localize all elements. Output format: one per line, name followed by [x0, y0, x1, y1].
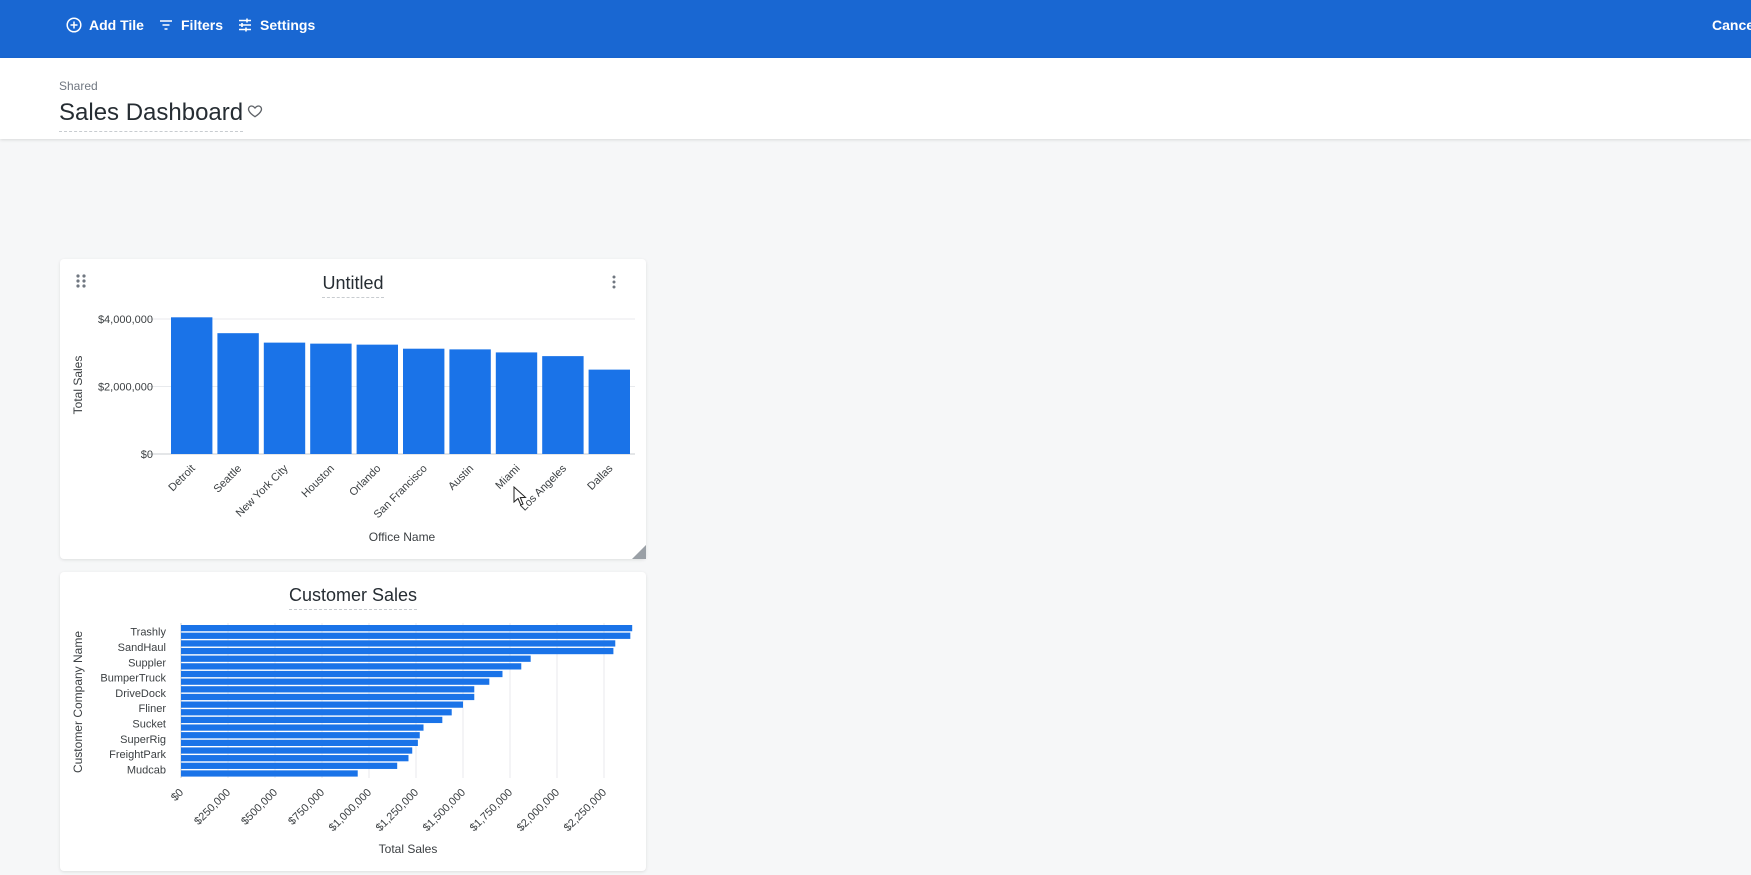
- y-tick-label: DriveDock: [115, 688, 166, 700]
- breadcrumb[interactable]: Shared: [59, 79, 98, 93]
- bar: [181, 686, 475, 693]
- heart-icon[interactable]: [247, 103, 263, 119]
- x-tick-label: $1,750,000: [468, 787, 515, 834]
- bar: [181, 755, 409, 762]
- y-tick-label: SandHaul: [118, 642, 166, 654]
- bar: [181, 663, 522, 670]
- bar: [181, 670, 503, 678]
- y-tick-label: BumperTruck: [100, 673, 166, 685]
- bar: [449, 349, 491, 454]
- x-axis-label: Office Name: [369, 530, 436, 544]
- y-tick-label: Sucket: [132, 718, 166, 730]
- bar: [181, 625, 633, 632]
- x-tick-label: Dallas: [585, 462, 615, 492]
- add-tile-label: Add Tile: [89, 17, 144, 33]
- bar: [403, 348, 445, 454]
- bar: [181, 724, 424, 731]
- bar: [181, 701, 463, 708]
- bar: [171, 317, 213, 454]
- add-circle-icon: [66, 17, 82, 33]
- y-axis-label: Customer Company Name: [71, 631, 85, 773]
- dashboard-tile-customer-sales[interactable]: Customer Sales $0 $250,000 $500,000 $750,00…: [60, 572, 646, 871]
- mouse-cursor-icon: [513, 486, 527, 506]
- bar: [181, 632, 631, 639]
- x-tick-label: $1,250,000: [374, 787, 421, 834]
- x-tick-label: $750,000: [286, 787, 327, 828]
- x-tick-label: $1,000,000: [327, 787, 374, 834]
- y-tick-label: Fliner: [138, 703, 166, 715]
- customer-sales-bar-chart: $0 $250,000 $500,000 $750,000 $1,000,000 $1,2…: [71, 623, 633, 856]
- x-axis-label: Total Sales: [379, 842, 438, 856]
- settings-button[interactable]: Settings: [237, 15, 315, 35]
- bar: [495, 352, 538, 454]
- bar: [542, 356, 584, 454]
- filter-icon: [160, 20, 172, 30]
- bar: [181, 716, 443, 724]
- settings-label: Settings: [260, 17, 316, 33]
- bar: [181, 732, 420, 739]
- bar: [181, 762, 398, 769]
- x-tick-label: $500,000: [239, 787, 280, 828]
- y-tick-label: $4,000,000: [98, 314, 153, 326]
- y-axis-label: Total Sales: [71, 356, 85, 415]
- tune-icon: [239, 18, 251, 32]
- x-tick-label: $1,500,000: [421, 787, 468, 834]
- x-tick-label: Austin: [446, 463, 476, 493]
- x-tick-label: $250,000: [192, 787, 233, 828]
- bar: [181, 747, 413, 754]
- x-tick-label: Orlando: [347, 463, 383, 499]
- bar: [310, 343, 352, 454]
- bar: [181, 709, 452, 716]
- y-tick-label: Mudcab: [127, 764, 166, 776]
- x-tick-label: $2,250,000: [562, 787, 609, 834]
- dashboard-header: Shared Sales Dashboard: [0, 58, 1751, 139]
- bar: [181, 739, 418, 746]
- bar: [356, 344, 398, 454]
- bar: [181, 655, 531, 662]
- y-tick-label: Suppler: [128, 657, 166, 669]
- bar: [217, 333, 259, 454]
- bar: [181, 678, 490, 685]
- bar: [263, 342, 306, 454]
- x-tick-label: Seattle: [212, 463, 245, 496]
- y-tick-label: FreightPark: [109, 749, 166, 761]
- x-tick-label: Detroit: [166, 463, 197, 494]
- bar: [181, 693, 475, 701]
- add-tile-button[interactable]: Add Tile: [66, 15, 144, 35]
- x-tick-label: $2,000,000: [515, 787, 562, 834]
- bar: [181, 770, 358, 777]
- y-tick-label: $0: [141, 449, 153, 461]
- dashboard-tile-untitled[interactable]: Untitled $0 $2,000,000 $4,000,000 Detroit Se…: [60, 259, 646, 559]
- filters-button[interactable]: Filters: [158, 15, 223, 35]
- y-tick-label: $2,000,000: [98, 382, 153, 394]
- y-tick-label: Trashly: [130, 627, 166, 639]
- x-tick-label: $0: [169, 787, 186, 804]
- cancel-button[interactable]: Cancel: [1712, 17, 1751, 33]
- bar: [181, 647, 614, 655]
- x-tick-label: Houston: [300, 463, 337, 500]
- page-title[interactable]: Sales Dashboard: [59, 99, 244, 132]
- y-tick-label: SuperRig: [120, 734, 166, 746]
- office-sales-bar-chart: $0$2,000,000$4,000,000Detroit SeattleNew …: [71, 314, 635, 544]
- bar: [181, 640, 616, 647]
- dashboard-toolbar: Add Tile Filters Settings Cancel: [0, 0, 1751, 58]
- resize-handle-icon[interactable]: [632, 545, 646, 559]
- filters-label: Filters: [181, 17, 224, 33]
- bar: [588, 369, 630, 454]
